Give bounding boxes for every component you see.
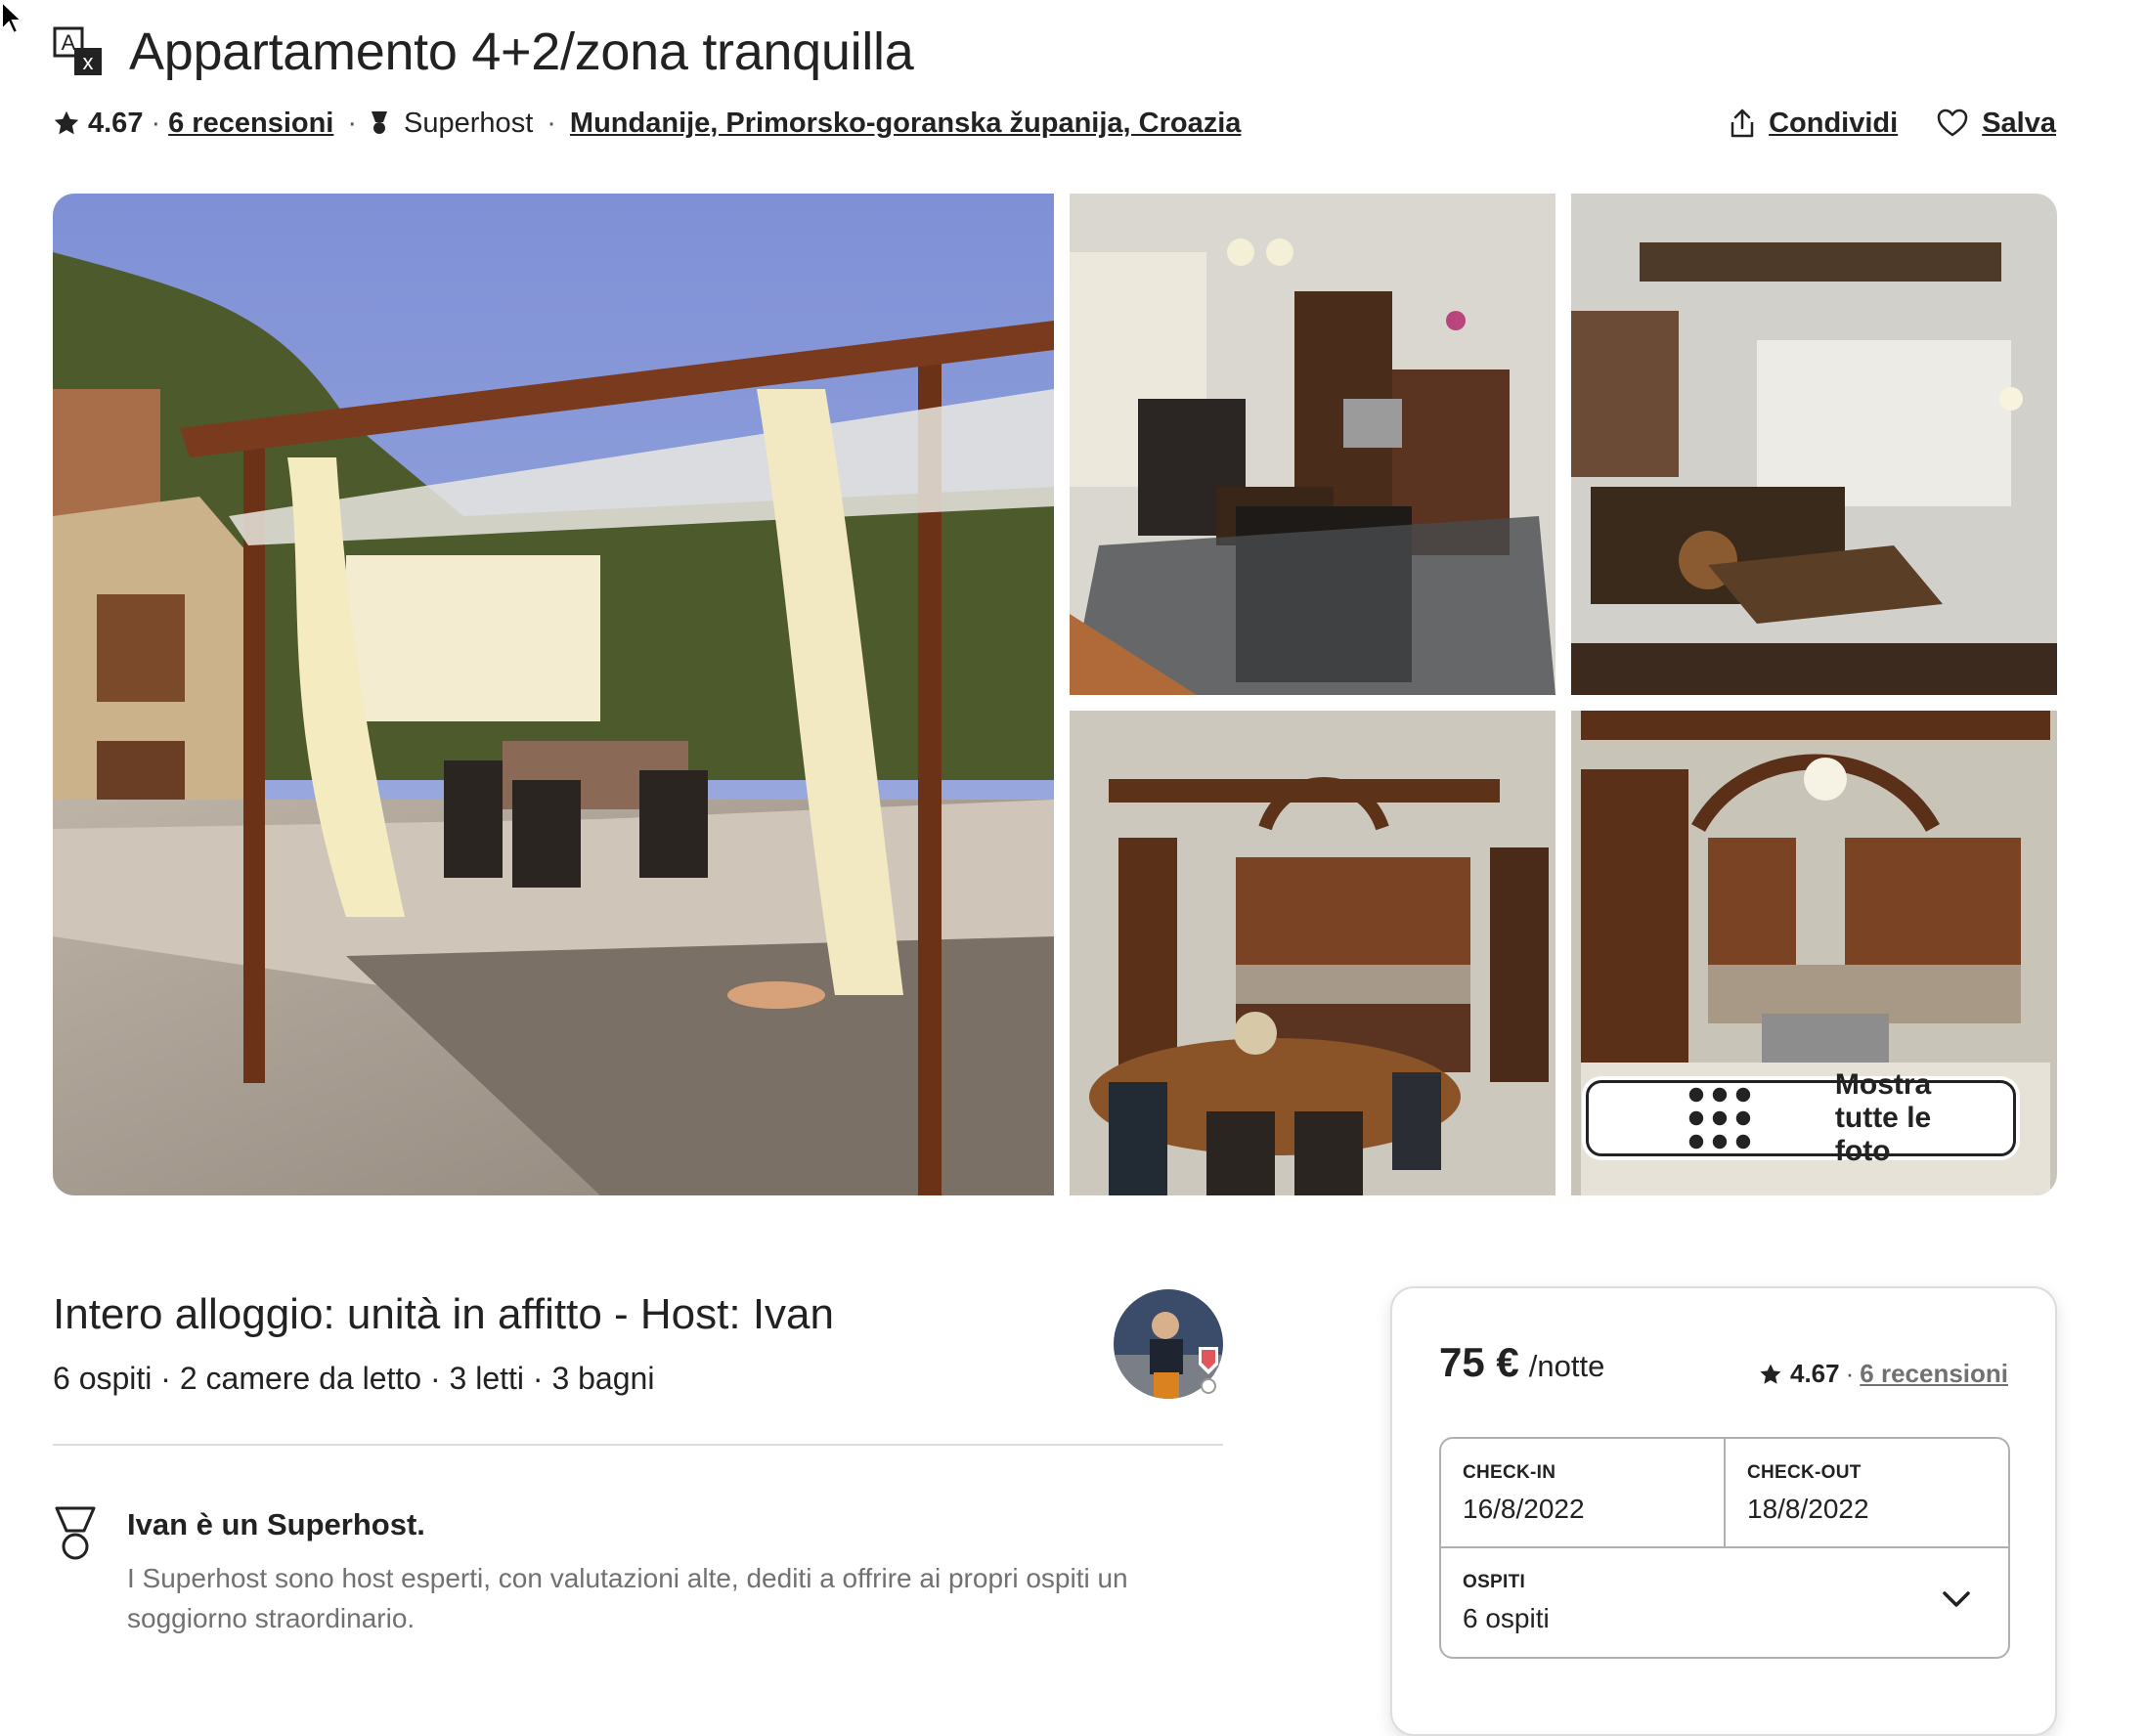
listing-details: 6 ospiti · 2 camere da letto · 3 letti ·… [53, 1361, 655, 1396]
listing-title: Intero alloggio: unità in affitto - Host… [53, 1290, 834, 1338]
translate-icon[interactable]: A x [53, 26, 104, 77]
section-divider [53, 1444, 1223, 1446]
checkout-label: CHECK-OUT [1747, 1462, 1862, 1483]
checkout-field[interactable]: CHECK-OUT 18/8/2022 [1724, 1439, 2008, 1546]
svg-text:x: x [83, 50, 94, 74]
grid-dots-icon [1688, 1087, 1751, 1150]
superhost-title: Ivan è un Superhost. [127, 1507, 425, 1541]
price-row: 75 € /notte [1439, 1339, 1604, 1386]
reviews-link[interactable]: 6 recensioni [1860, 1359, 2008, 1389]
superhost-medal-icon [55, 1506, 96, 1560]
checkout-value: 18/8/2022 [1747, 1494, 1869, 1524]
share-label: Condividi [1769, 107, 1899, 139]
heart-icon [1937, 108, 1968, 137]
superhost-medal-icon [372, 111, 388, 134]
price-unit: /notte [1528, 1349, 1605, 1383]
checkin-label: CHECK-IN [1463, 1462, 1556, 1483]
photo-main-terrace[interactable] [53, 194, 1054, 1195]
photo-living-room[interactable] [1070, 194, 1555, 695]
star-icon [1760, 1364, 1781, 1384]
guests-field[interactable]: OSPITI 6 ospiti [1441, 1548, 2008, 1657]
card-rating: 4.67 · 6 recensioni [1759, 1359, 2008, 1389]
show-all-photos-label: Mostra tutte le foto [1834, 1068, 1932, 1167]
page-title: Appartamento 4+2/zona tranquilla [129, 22, 914, 81]
svg-text:A: A [62, 30, 76, 55]
photo-kitchen-dining[interactable] [1070, 711, 1555, 1195]
location-link[interactable]: Mundanije, Primorsko-goranska županija, … [570, 108, 1241, 140]
separator: · [1845, 1359, 1855, 1388]
separator: · [547, 107, 556, 139]
rating-value: 4.67 [88, 107, 144, 139]
share-button[interactable]: Condividi [1730, 108, 1898, 140]
show-all-photos-button[interactable]: Mostra tutte le foto [1586, 1068, 2016, 1167]
superhost-highlight: Ivan è un Superhost. I Superhost sono ho… [53, 1501, 1223, 1638]
price-value: 75 € [1439, 1339, 1519, 1385]
host-avatar[interactable] [1111, 1286, 1226, 1402]
share-icon [1731, 108, 1754, 138]
date-guest-picker: CHECK-IN 16/8/2022 CHECK-OUT 18/8/2022 O… [1439, 1437, 2010, 1659]
listing-summary: Intero alloggio: unità in affitto - Host… [53, 1280, 1223, 1397]
separator: · [151, 107, 161, 139]
photo-living-room-2[interactable] [1571, 194, 2057, 695]
save-button[interactable]: Salva [1937, 108, 2056, 140]
star-icon [54, 110, 79, 135]
listing-meta-row: 4.67 · 6 recensioni · Superhost · Mundan… [53, 102, 2056, 145]
save-label: Salva [1982, 107, 2056, 139]
superhost-label: Superhost [404, 107, 534, 139]
photo-kitchen[interactable]: Mostra tutte le foto [1571, 711, 2057, 1195]
superhost-description: I Superhost sono host esperti, con valut… [127, 1563, 1128, 1633]
chevron-down-icon[interactable] [1942, 1589, 1971, 1609]
checkin-field[interactable]: CHECK-IN 16/8/2022 [1441, 1439, 1724, 1546]
checkin-value: 16/8/2022 [1463, 1494, 1585, 1524]
separator: · [347, 107, 358, 139]
reviews-link[interactable]: 6 recensioni [168, 108, 333, 140]
title-row: A x Appartamento 4+2/zona tranquilla [53, 22, 914, 82]
photo-gallery: Mostra tutte le foto [53, 194, 2057, 1195]
mouse-cursor-icon [0, 0, 24, 35]
guests-label: OSPITI [1463, 1572, 1526, 1592]
rating-value: 4.67 [1789, 1359, 1840, 1388]
booking-card: 75 € /notte 4.67 · 6 recensioni CHECK-IN… [1390, 1286, 2057, 1736]
guests-value: 6 ospiti [1463, 1603, 1550, 1633]
